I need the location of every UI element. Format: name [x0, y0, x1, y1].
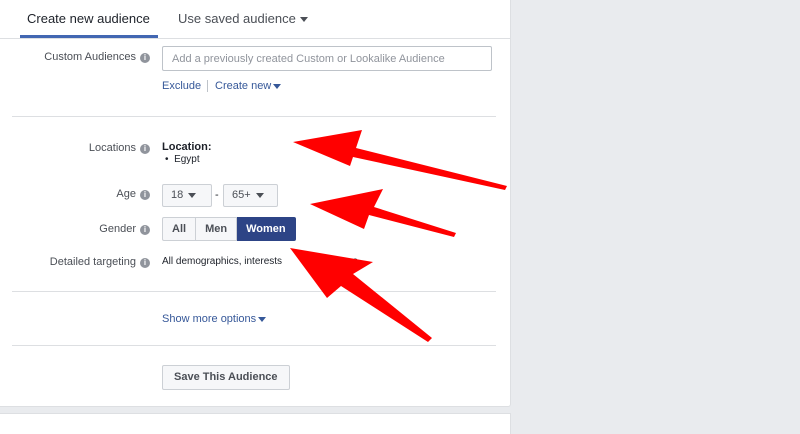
age-max-select[interactable]: 65+ — [223, 184, 278, 207]
chevron-down-icon — [299, 17, 308, 23]
create-new-link-label: Create new — [215, 80, 272, 92]
detailed-targeting-value: All demographics, interests — [162, 256, 283, 267]
location-heading: Location: — [162, 141, 212, 153]
link-separator — [207, 80, 208, 92]
chevron-down-icon — [273, 83, 282, 89]
exclude-link[interactable]: Exclude — [162, 80, 201, 92]
gender-label: Gender i — [0, 223, 150, 235]
age-min-select[interactable]: 18 — [162, 184, 212, 207]
gender-option-men[interactable]: Men — [196, 217, 238, 241]
active-tab-indicator — [20, 35, 158, 38]
info-icon[interactable]: i — [140, 190, 150, 200]
section-divider — [12, 345, 496, 346]
create-new-link[interactable]: Create new — [215, 80, 282, 92]
gender-label-text: Gender — [99, 223, 136, 235]
tab-use-saved-audience-label: Use saved audience — [178, 11, 296, 26]
gender-option-women[interactable]: Women — [237, 217, 296, 241]
age-min-value: 18 — [171, 189, 184, 201]
tab-use-saved-audience[interactable]: Use saved audience — [178, 11, 308, 26]
location-item-text: Egypt — [174, 154, 200, 165]
tab-create-new-audience[interactable]: Create new audience — [27, 11, 150, 26]
chevron-down-icon — [258, 316, 267, 322]
gender-option-all[interactable]: All — [162, 217, 197, 241]
section-divider — [12, 291, 496, 292]
save-audience-button[interactable]: Save This Audience — [162, 365, 290, 390]
audience-tabs: Create new audience Use saved audience — [0, 0, 510, 39]
age-label-text: Age — [116, 188, 136, 200]
info-icon[interactable]: i — [140, 53, 150, 63]
detailed-targeting-value-tail: haviours — [320, 256, 358, 267]
gender-segmented-control: All Men Women — [162, 217, 296, 241]
info-icon[interactable]: i — [140, 258, 150, 268]
info-icon[interactable]: i — [140, 225, 150, 235]
detailed-targeting-label: Detailed targeting i — [0, 256, 150, 268]
location-item: • Egypt — [165, 154, 200, 165]
show-more-options-link[interactable]: Show more options — [162, 313, 267, 325]
custom-audiences-label: Custom Audiences i — [0, 51, 150, 63]
custom-audiences-input[interactable] — [162, 46, 492, 71]
custom-audiences-label-text: Custom Audiences — [44, 51, 136, 63]
chevron-down-icon — [255, 192, 264, 198]
info-icon[interactable]: i — [140, 144, 150, 154]
show-more-options-label: Show more options — [162, 313, 257, 325]
age-max-value: 65+ — [232, 189, 251, 201]
locations-label-text: Locations — [88, 142, 136, 154]
bullet: • — [165, 154, 169, 165]
detailed-targeting-label-text: Detailed targeting — [49, 256, 136, 268]
age-separator: - — [215, 189, 219, 201]
audience-panel: Create new audience Use saved audience C… — [0, 0, 511, 407]
age-label: Age i — [0, 188, 150, 200]
locations-label: Locations i — [0, 142, 150, 154]
next-panel — [0, 413, 511, 434]
section-divider — [12, 116, 496, 117]
chevron-down-icon — [188, 192, 197, 198]
